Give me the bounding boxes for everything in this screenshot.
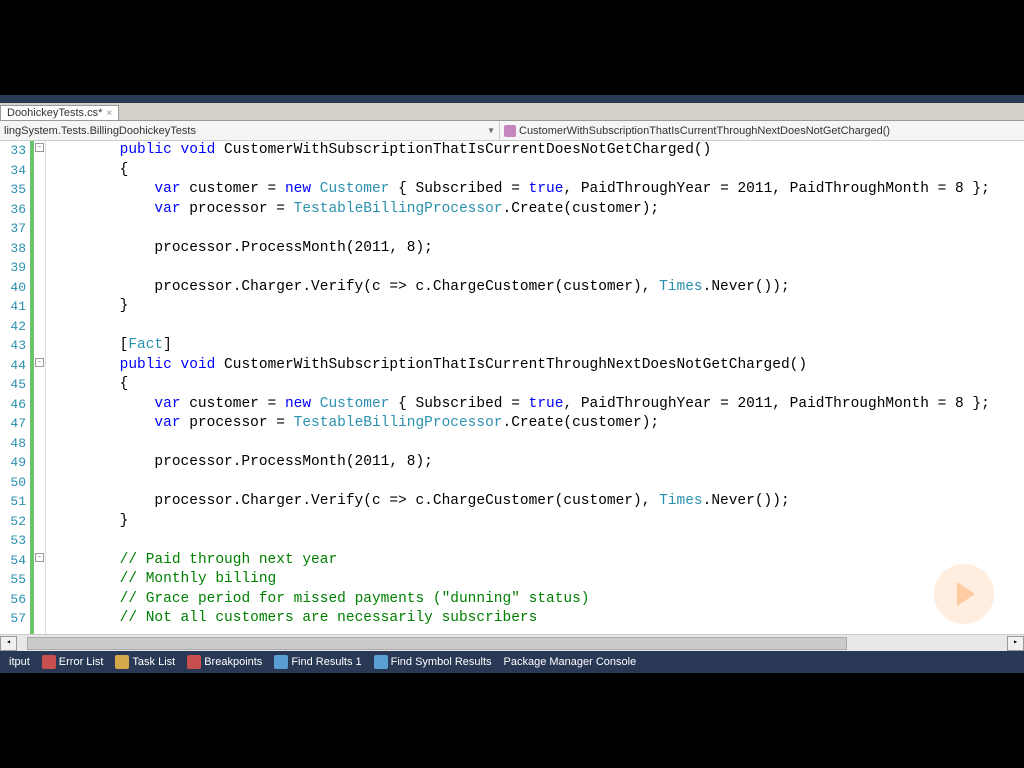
code-editor[interactable]: 3334353637383940414243444546474849505152…	[0, 141, 1024, 634]
line-number: 39	[0, 258, 26, 278]
close-icon[interactable]: ×	[106, 108, 112, 119]
tab-label: DoohickeyTests.cs*	[7, 107, 102, 119]
scroll-right-icon[interactable]: ▸	[1007, 636, 1024, 651]
code-line[interactable]: }	[50, 512, 1024, 532]
line-number: 56	[0, 590, 26, 610]
breakpoints-tab[interactable]: Breakpoints	[182, 653, 267, 671]
line-number: 40	[0, 278, 26, 298]
code-line[interactable]: var processor = TestableBillingProcessor…	[50, 200, 1024, 220]
line-number-gutter: 3334353637383940414243444546474849505152…	[0, 141, 30, 634]
code-line[interactable]: public void CustomerWithSubscriptionThat…	[50, 141, 1024, 161]
breakpoint-icon	[187, 655, 201, 669]
code-line[interactable]: // Monthly billing	[50, 570, 1024, 590]
code-line[interactable]	[50, 317, 1024, 337]
error-icon	[42, 655, 56, 669]
code-line[interactable]: var customer = new Customer { Subscribed…	[50, 180, 1024, 200]
code-line[interactable]: processor.Charger.Verify(c => c.ChargeCu…	[50, 278, 1024, 298]
code-line[interactable]	[50, 531, 1024, 551]
line-number: 50	[0, 473, 26, 493]
line-number: 52	[0, 512, 26, 532]
code-line[interactable]: processor.ProcessMonth(2011, 8);	[50, 239, 1024, 259]
package-manager-tab[interactable]: Package Manager Console	[499, 654, 642, 670]
error-list-tab[interactable]: Error List	[37, 653, 109, 671]
scroll-track[interactable]	[17, 636, 1007, 651]
line-number: 55	[0, 570, 26, 590]
code-line[interactable]: {	[50, 161, 1024, 181]
task-icon	[115, 655, 129, 669]
find-symbol-tab[interactable]: Find Symbol Results	[369, 653, 497, 671]
code-line[interactable]: // Paid through next year	[50, 551, 1024, 571]
line-number: 57	[0, 609, 26, 629]
method-icon	[504, 125, 516, 137]
symbol-icon	[374, 655, 388, 669]
document-tab-bar: DoohickeyTests.cs* ×	[0, 103, 1024, 121]
code-line[interactable]: var customer = new Customer { Subscribed…	[50, 395, 1024, 415]
code-line[interactable]	[50, 473, 1024, 493]
line-number: 35	[0, 180, 26, 200]
line-number: 47	[0, 414, 26, 434]
line-number: 44	[0, 356, 26, 376]
output-tab[interactable]: itput	[4, 654, 35, 670]
code-line[interactable]: processor.ProcessMonth(2011, 8);	[50, 453, 1024, 473]
code-line[interactable]: var processor = TestableBillingProcessor…	[50, 414, 1024, 434]
line-number: 34	[0, 161, 26, 181]
line-number: 42	[0, 317, 26, 337]
outline-collapse-icon[interactable]: -	[35, 143, 44, 152]
code-line[interactable]: {	[50, 375, 1024, 395]
line-number: 33	[0, 141, 26, 161]
code-line[interactable]: // Not all customers are necessarily sub…	[50, 609, 1024, 629]
find-icon	[274, 655, 288, 669]
member-dropdown[interactable]: CustomerWithSubscriptionThatIsCurrentThr…	[500, 121, 1024, 140]
code-area[interactable]: public void CustomerWithSubscriptionThat…	[46, 141, 1024, 634]
member-dropdown-label: CustomerWithSubscriptionThatIsCurrentThr…	[519, 125, 890, 137]
code-line[interactable]	[50, 258, 1024, 278]
code-line[interactable]: public void CustomerWithSubscriptionThat…	[50, 356, 1024, 376]
line-number: 37	[0, 219, 26, 239]
outline-collapse-icon[interactable]: -	[35, 553, 44, 562]
class-dropdown-label: lingSystem.Tests.BillingDoohickeyTests	[4, 125, 196, 137]
find-results-tab[interactable]: Find Results 1	[269, 653, 366, 671]
line-number: 51	[0, 492, 26, 512]
code-line[interactable]: }	[50, 297, 1024, 317]
tool-window-bar: itput Error List Task List Breakpoints F…	[0, 651, 1024, 673]
scroll-left-icon[interactable]: ◂	[0, 636, 17, 651]
title-bar	[0, 95, 1024, 103]
navigation-bar: lingSystem.Tests.BillingDoohickeyTests ▼…	[0, 121, 1024, 141]
code-line[interactable]: [Fact]	[50, 336, 1024, 356]
code-line[interactable]	[50, 434, 1024, 454]
play-overlay-icon[interactable]	[934, 564, 994, 624]
task-list-tab[interactable]: Task List	[110, 653, 180, 671]
code-line[interactable]: processor.Charger.Verify(c => c.ChargeCu…	[50, 492, 1024, 512]
line-number: 45	[0, 375, 26, 395]
line-number: 46	[0, 395, 26, 415]
line-number: 54	[0, 551, 26, 571]
line-number: 49	[0, 453, 26, 473]
line-number: 36	[0, 200, 26, 220]
chevron-down-icon: ▼	[487, 126, 495, 135]
line-number: 53	[0, 531, 26, 551]
class-dropdown[interactable]: lingSystem.Tests.BillingDoohickeyTests ▼	[0, 121, 500, 140]
line-number: 48	[0, 434, 26, 454]
code-line[interactable]	[50, 219, 1024, 239]
document-tab[interactable]: DoohickeyTests.cs* ×	[0, 105, 119, 120]
scroll-thumb[interactable]	[27, 637, 847, 650]
horizontal-scrollbar[interactable]: ◂ ▸	[0, 634, 1024, 651]
line-number: 38	[0, 239, 26, 259]
code-line[interactable]: // Grace period for missed payments ("du…	[50, 590, 1024, 610]
outline-collapse-icon[interactable]: -	[35, 358, 44, 367]
line-number: 41	[0, 297, 26, 317]
outlining-margin[interactable]: - - -	[34, 141, 46, 634]
line-number: 43	[0, 336, 26, 356]
